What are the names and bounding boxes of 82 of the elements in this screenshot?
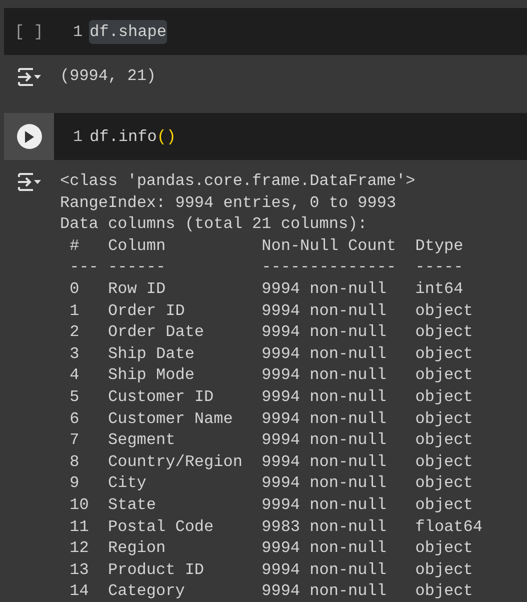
table-cell-text: Order Date (108, 322, 206, 344)
table-cell-text: 9994 non-null (262, 344, 388, 365)
table-cell-text: 9994 non-null (262, 278, 388, 300)
header-rule: ----- (415, 257, 464, 278)
code-line: df.info() (88, 126, 178, 148)
table-cell-text: City (108, 473, 148, 494)
table-cell-text: State (108, 494, 158, 516)
table-cell-text: object (415, 344, 473, 365)
table-cell-text: Row ID (108, 278, 167, 300)
table-cell-text: Order ID (108, 300, 186, 322)
table-cell-text: object (415, 560, 473, 581)
table-cell-text: object (415, 430, 473, 452)
table-cell-text: 4 (70, 365, 80, 386)
table-cell-text: Country/Region (108, 452, 244, 473)
table-cell-text: 9994 non-null (262, 322, 388, 344)
table-cell-text: 6 (70, 408, 80, 430)
table-cell-text: 9994 non-null (262, 581, 388, 602)
table-cell-text: 13 (70, 560, 90, 581)
table-cell-text: Ship Date (108, 344, 196, 365)
table-cell-text: 9994 non-null (262, 452, 388, 473)
table-cell-text: 9 (70, 473, 80, 494)
table-cell-text: Ship Mode (108, 365, 196, 386)
table-cell-text: object (415, 408, 473, 430)
table-cell-text: Customer ID (108, 386, 215, 408)
column-header: # (70, 236, 80, 257)
column-header: Dtype (415, 236, 464, 257)
code-cell[interactable]: [ ] 1 df.shape (4, 8, 527, 55)
table-cell-text: 9994 non-null (262, 538, 388, 560)
table-cell-text: 10 (70, 494, 90, 516)
table-cell-text: 9983 non-null (262, 516, 388, 538)
line-number: 1 (73, 126, 83, 148)
table-cell-text: float64 (415, 516, 482, 538)
table-cell-text: object (415, 322, 473, 344)
table-cell-text: 14 (70, 581, 90, 602)
table-cell-text: object (415, 538, 473, 560)
table-cell-text: 9994 non-null (262, 386, 388, 408)
output-line: Data columns (total 21 columns): (60, 214, 368, 236)
output-line: RangeIndex: 9994 entries, 0 to 9993 (60, 192, 398, 214)
table-cell-text: 9994 non-null (262, 494, 388, 516)
table-cell-text: 9994 non-null (262, 408, 388, 430)
table-cell-text: 11 (70, 516, 90, 538)
table-cell-text: Segment (108, 430, 176, 452)
table-cell-text: int64 (415, 278, 464, 300)
output-toggle-icon[interactable] (16, 67, 42, 87)
table-cell-text: object (415, 473, 473, 494)
table-cell-text: object (415, 494, 473, 516)
table-cell-text: 5 (70, 386, 80, 408)
header-rule: ------ (108, 257, 167, 278)
table-cell-text: Region (108, 538, 167, 560)
code-cell[interactable]: 1 df.info() (4, 113, 527, 160)
table-cell-text: object (415, 365, 473, 386)
line-number: 1 (73, 22, 83, 42)
table-cell-text: object (415, 452, 473, 473)
output-toggle-icon[interactable] (16, 172, 42, 192)
table-cell-text: Category (108, 581, 186, 602)
table-cell-text: 9994 non-null (262, 365, 388, 386)
table-cell-text: 8 (70, 452, 80, 473)
header-rule: --- (70, 257, 100, 278)
table-cell-text: object (415, 300, 473, 322)
table-cell: object (415, 581, 473, 602)
table-cell-text: object (415, 386, 473, 408)
run-button[interactable] (16, 124, 42, 149)
table-cell-text: Product ID (108, 560, 206, 581)
cell-prompt: [ ] (14, 22, 44, 42)
column-header: Column (108, 236, 167, 257)
table-cell-text: Postal Code (108, 516, 215, 538)
table-cell-text: 9994 non-null (262, 560, 388, 581)
table-cell-text: 9994 non-null (262, 430, 388, 452)
header-rule: -------------- (262, 257, 398, 278)
table-cell-text: Customer Name (108, 408, 234, 430)
table-cell-text: 3 (70, 344, 80, 365)
output-line: (9994, 21) (60, 66, 156, 87)
table-cell-text: 7 (70, 430, 80, 452)
table-cell-text: 9994 non-null (262, 473, 388, 494)
table-cell-text: 12 (70, 538, 90, 560)
output-line: <class 'pandas.core.frame.DataFrame'> (60, 171, 416, 192)
table-cell-text: 9994 non-null (262, 300, 388, 322)
play-icon (24, 130, 34, 142)
table-cell-text: 0 (70, 278, 80, 300)
column-header: Non-Null Count (262, 236, 398, 257)
table-cell-text: 1 (70, 300, 80, 322)
table-cell-text: 2 (70, 322, 80, 344)
